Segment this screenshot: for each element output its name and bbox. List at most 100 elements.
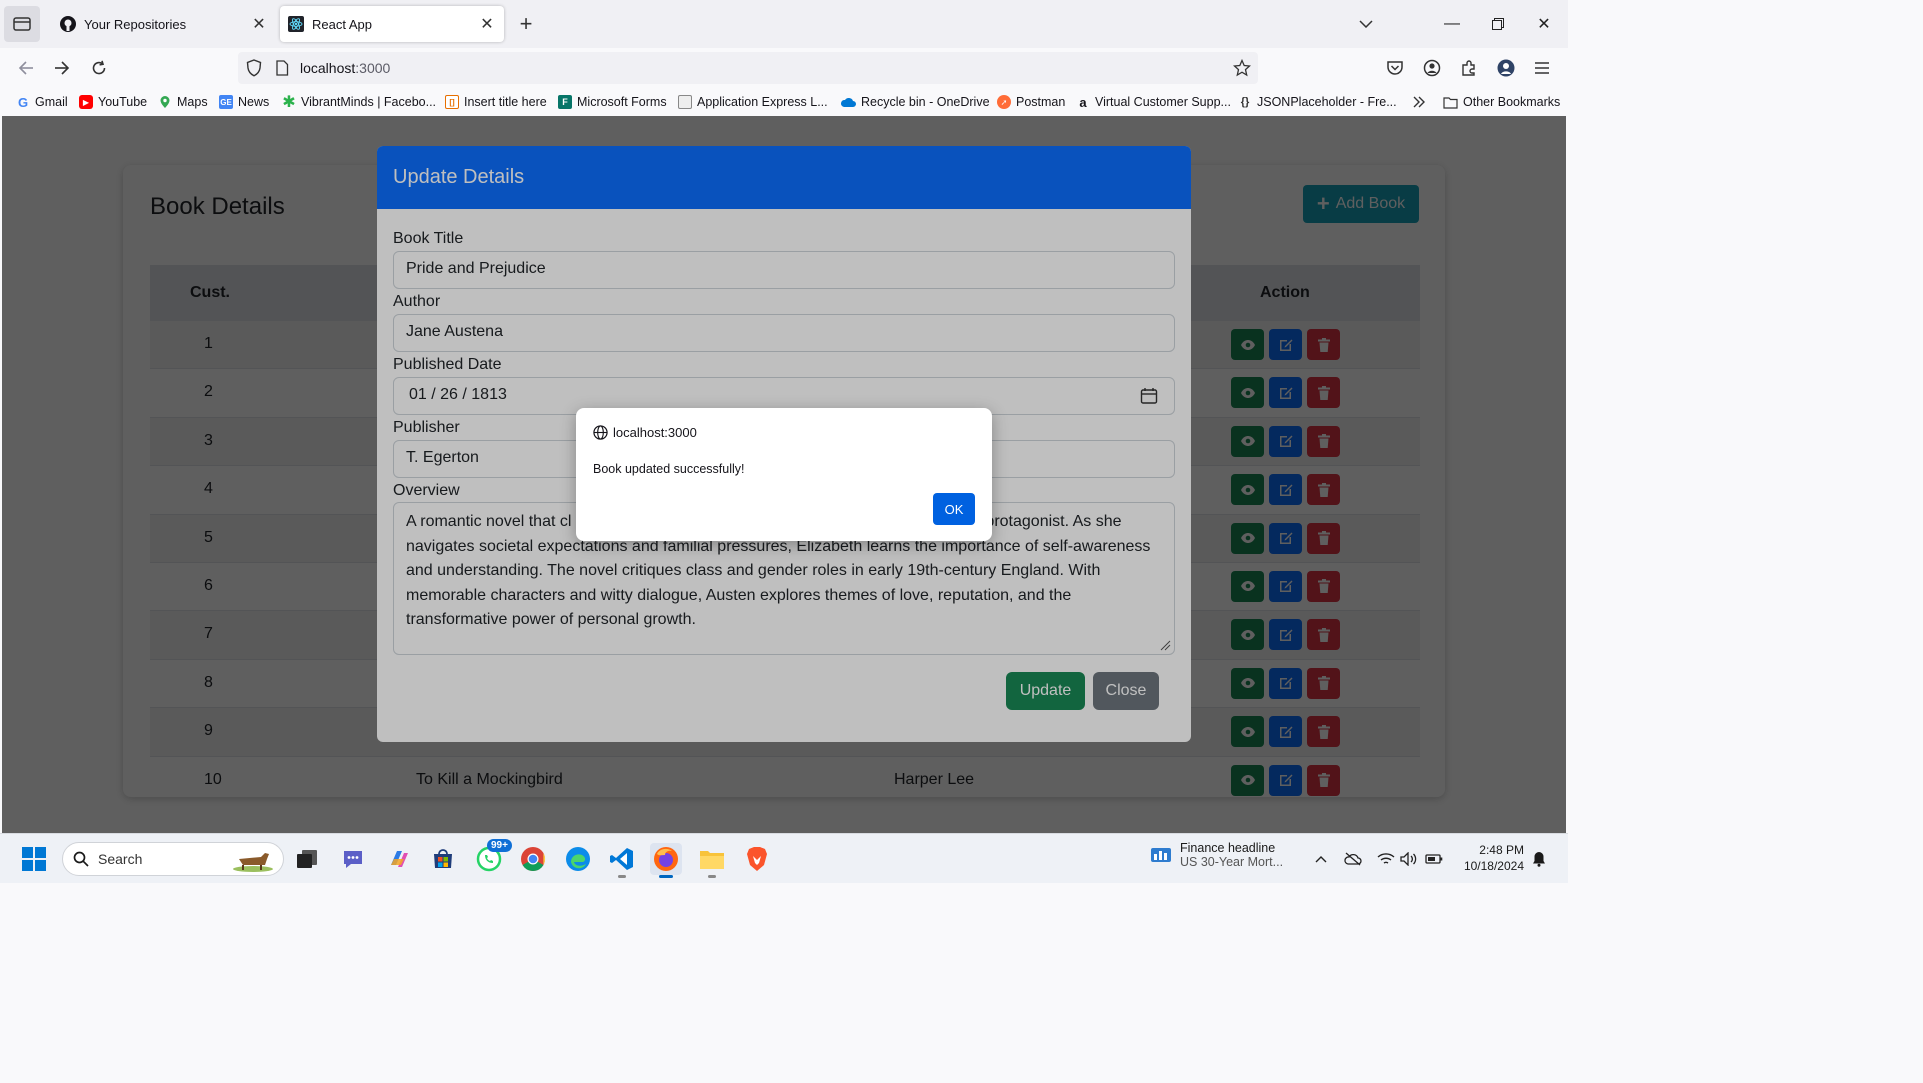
- taskbar-search-box[interactable]: Search: [62, 842, 284, 876]
- onedrive-cloud-icon: [840, 97, 856, 107]
- bookmark-vibrantminds[interactable]: ✱ VibrantMinds | Facebo...: [282, 94, 437, 111]
- hamburger-icon: [1535, 62, 1549, 74]
- vscode-button[interactable]: [606, 843, 638, 878]
- search-highlight-icon: [233, 853, 273, 872]
- bookmark-virtual-customer-support[interactable]: a Virtual Customer Supp...: [1076, 94, 1231, 110]
- bookmark-microsoft-forms[interactable]: F Microsoft Forms: [558, 94, 667, 110]
- chat-icon: [344, 851, 362, 868]
- alert-ok-button[interactable]: OK: [933, 493, 975, 525]
- extensions-button[interactable]: [1455, 54, 1483, 82]
- alert-message: Book updated successfully!: [593, 462, 745, 476]
- start-button[interactable]: [18, 843, 50, 875]
- chevron-up-icon: [1315, 856, 1327, 863]
- address-bar[interactable]: localhost:3000: [238, 52, 1258, 84]
- battery-button[interactable]: [1424, 850, 1444, 868]
- forms-icon: F: [558, 95, 572, 109]
- bookmark-youtube[interactable]: ▶ YouTube: [79, 94, 147, 110]
- minimize-button[interactable]: —: [1436, 8, 1468, 40]
- pocket-button[interactable]: [1381, 54, 1409, 82]
- menu-button[interactable]: [1528, 54, 1556, 82]
- vibrantminds-icon: ✱: [282, 94, 296, 111]
- folder-icon: [700, 851, 724, 869]
- bookmark-insert-title[interactable]: [] Insert title here: [445, 94, 547, 110]
- forward-button[interactable]: [48, 54, 76, 82]
- brave-button[interactable]: [741, 843, 773, 875]
- onedrive-offline-button[interactable]: [1343, 850, 1363, 868]
- alert-origin-text: localhost:3000: [613, 425, 697, 440]
- reload-button[interactable]: [85, 54, 113, 82]
- close-window-button[interactable]: ✕: [1528, 8, 1560, 40]
- url-text: localhost:3000: [300, 60, 390, 76]
- profile-button[interactable]: [1492, 54, 1520, 82]
- battery-icon: [1425, 854, 1443, 864]
- clock-date: 10/18/2024: [1463, 859, 1524, 873]
- bookmark-label: YouTube: [98, 95, 148, 109]
- bookmark-postman[interactable]: ➚ Postman: [997, 94, 1065, 110]
- amazon-icon: a: [1079, 94, 1087, 110]
- teams-chat-button[interactable]: [337, 843, 369, 875]
- github-icon: [60, 16, 76, 32]
- navigation-toolbar: localhost:3000: [0, 48, 1568, 88]
- bookmarks-toolbar: G Gmail ▶ YouTube Maps GE News ✱ Vibrant…: [0, 88, 1568, 116]
- shield-icon: [246, 59, 262, 77]
- taskbar-clock[interactable]: 2:48 PM 10/18/2024: [1456, 842, 1524, 874]
- tab-list-button[interactable]: [4, 6, 40, 42]
- task-view-button[interactable]: [291, 843, 323, 875]
- bookmark-onedrive[interactable]: Recycle bin - OneDrive: [840, 94, 990, 110]
- arrow-right-icon: [55, 61, 70, 75]
- bookmark-news[interactable]: GE News: [219, 94, 269, 110]
- close-tab-icon[interactable]: ✕: [478, 15, 496, 33]
- bookmark-label: Microsoft Forms: [577, 95, 667, 109]
- other-bookmarks[interactable]: Other Bookmarks: [1443, 94, 1560, 110]
- back-button[interactable]: [12, 54, 40, 82]
- chrome-button[interactable]: [517, 843, 549, 875]
- jsonplaceholder-icon: {}: [1240, 96, 1250, 108]
- bookmark-label: Postman: [1016, 95, 1066, 109]
- alert-dialog: localhost:3000 Book updated successfully…: [576, 408, 992, 541]
- postman-icon: ➚: [997, 95, 1011, 109]
- close-tab-icon[interactable]: ✕: [250, 15, 268, 33]
- news-headline: Finance headline: [1180, 841, 1276, 855]
- bookmark-gmail[interactable]: G Gmail: [16, 94, 68, 110]
- file-explorer-button[interactable]: [696, 843, 728, 878]
- microsoft-store-button[interactable]: [427, 843, 459, 875]
- wifi-button[interactable]: [1376, 850, 1396, 868]
- eclipse-page-icon: []: [445, 95, 459, 109]
- volume-button[interactable]: [1399, 850, 1419, 868]
- news-widget[interactable]: Finance headline US 30-Year Mort...: [1150, 841, 1283, 869]
- bookmark-star-icon[interactable]: [1233, 59, 1251, 77]
- react-icon: [288, 16, 304, 32]
- stock-chart-icon: [1151, 848, 1171, 862]
- chevron-down-icon: [1359, 20, 1373, 28]
- bookmark-application-express[interactable]: Application Express L...: [678, 94, 828, 110]
- bookmark-jsonplaceholder[interactable]: {} JSONPlaceholder - Fre...: [1238, 94, 1397, 110]
- page-viewport: Book Details + Add Book Cust. Action 123…: [2, 116, 1566, 833]
- list-all-tabs-button[interactable]: [1352, 12, 1380, 36]
- vscode-icon: [610, 848, 633, 870]
- show-hidden-icons-button[interactable]: [1311, 850, 1331, 868]
- new-tab-button[interactable]: +: [512, 12, 540, 38]
- active-indicator: [659, 875, 673, 878]
- notifications-button[interactable]: [1529, 850, 1549, 868]
- account-button[interactable]: [1418, 54, 1446, 82]
- wifi-icon: [1377, 853, 1395, 864]
- copilot-button[interactable]: [383, 843, 415, 875]
- bookmark-label: VibrantMinds | Facebo...: [301, 95, 437, 109]
- tab-your-repositories[interactable]: Your Repositories ✕: [52, 6, 276, 42]
- bookmark-label: Application Express L...: [697, 95, 828, 109]
- url-host: localhost: [300, 60, 356, 76]
- edge-button[interactable]: [562, 843, 594, 875]
- firefox-button[interactable]: [650, 843, 682, 878]
- whatsapp-button[interactable]: 99+: [473, 839, 512, 875]
- restore-button[interactable]: [1482, 8, 1514, 40]
- globe-icon: [593, 425, 608, 440]
- search-icon: [73, 851, 89, 867]
- windows-logo-icon: [22, 847, 46, 871]
- copilot-icon: [391, 851, 408, 867]
- more-bookmarks-button[interactable]: [1412, 94, 1426, 110]
- bookmark-maps[interactable]: Maps: [158, 94, 208, 110]
- tab-react-app[interactable]: React App ✕: [280, 6, 504, 42]
- speaker-icon: [1400, 852, 1417, 866]
- arrow-left-icon: [18, 61, 33, 75]
- store-icon: [434, 849, 452, 868]
